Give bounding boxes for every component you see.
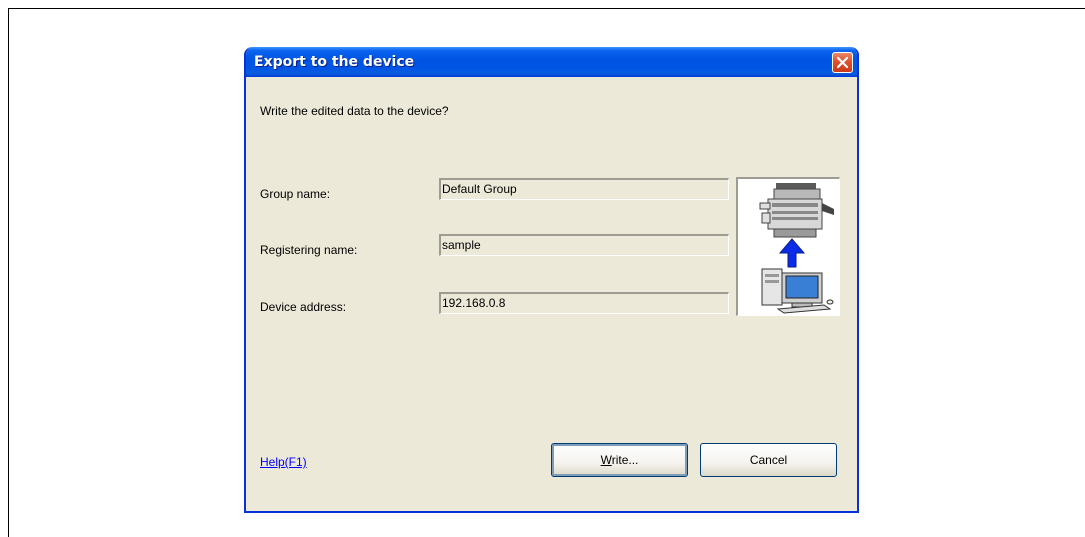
export-illustration (736, 177, 840, 316)
close-button[interactable] (832, 52, 853, 73)
group-name-label: Group name: (260, 187, 331, 201)
dialog-title: Export to the device (254, 54, 415, 70)
confirmation-prompt: Write the edited data to the device? (260, 104, 449, 118)
computer-icon (761, 268, 834, 314)
group-name-field: Default Group (439, 178, 729, 200)
help-link[interactable]: Help(F1) (260, 455, 307, 469)
registering-name-field: sample (439, 234, 729, 256)
upload-arrow-icon (778, 238, 806, 268)
close-icon (836, 56, 849, 69)
registering-name-label: Registering name: (260, 243, 358, 257)
write-button-label: rite... (611, 453, 639, 467)
page: Export to the device Write the edited da… (0, 0, 1085, 537)
device-address-label: Device address: (260, 300, 347, 314)
write-button-mnemonic: W (600, 453, 612, 467)
device-address-field: 192.168.0.8 (439, 292, 729, 314)
export-dialog: Export to the device Write the edited da… (244, 47, 859, 513)
copier-icon (759, 183, 834, 238)
cancel-button[interactable]: Cancel (700, 443, 837, 477)
write-button[interactable]: Write... (551, 443, 688, 477)
title-bar[interactable]: Export to the device (246, 47, 857, 77)
